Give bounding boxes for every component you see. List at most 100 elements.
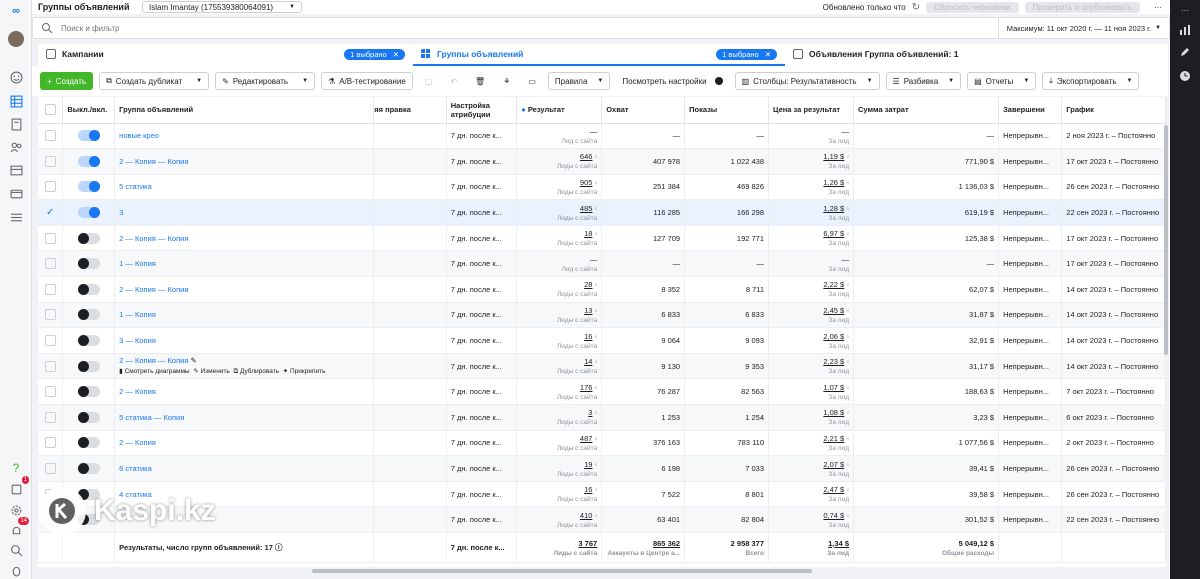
cost-value[interactable]: 0,74 $ <box>823 511 844 520</box>
ads-manager-table-icon[interactable] <box>7 92 25 110</box>
reports-button[interactable]: ▤ Отчеты ▼ <box>967 72 1037 90</box>
adset-name-link[interactable]: 3 <box>119 208 123 217</box>
table-row[interactable]: 2 — Копия — Копия ✎ ▮ Смотреть диаграммы… <box>38 353 1166 380</box>
smiley-icon[interactable] <box>7 68 25 86</box>
delivery-toggle[interactable] <box>77 283 100 295</box>
row-select-cell[interactable] <box>38 250 64 278</box>
row-checkbox[interactable] <box>44 335 56 347</box>
adsets-selected-pill[interactable]: 1 выбрано ✕ <box>716 48 777 60</box>
cost-value[interactable]: 1,28 $ <box>823 204 844 213</box>
adset-name-cell[interactable]: 5 статика — Копия <box>114 404 375 431</box>
undo-icon[interactable]: ↶ <box>444 72 464 90</box>
row-toggle-cell[interactable] <box>62 148 116 175</box>
row-select-cell[interactable] <box>38 404 64 431</box>
table-row[interactable]: 5 статика 7 дн. после к... 905 ▫ Лиды с с… <box>38 174 1166 201</box>
delivery-toggle[interactable] <box>77 386 100 398</box>
adset-name-cell[interactable]: 2 — Копия — Копия <box>114 225 375 252</box>
cost-value[interactable]: 2,45 $ <box>823 306 844 315</box>
tab-ads[interactable]: Объявления Группа объявлений: 1 <box>785 44 1168 66</box>
column-schedule[interactable]: График <box>1061 97 1166 124</box>
discard-drafts-button[interactable]: Сбросить черновики <box>926 1 1019 13</box>
delivery-toggle[interactable] <box>77 463 100 475</box>
search-input[interactable] <box>61 23 998 33</box>
adset-name-link[interactable]: новые крео <box>119 131 159 140</box>
row-checkbox[interactable] <box>44 360 56 372</box>
row-select-cell[interactable] <box>38 455 64 482</box>
cost-value[interactable]: 1,08 $ <box>823 408 844 417</box>
alerts-bell-icon[interactable]: 14 <box>7 517 29 539</box>
select-all-header[interactable] <box>38 97 64 124</box>
cost-value[interactable]: 2,47 $ <box>823 485 844 494</box>
delivery-toggle[interactable] <box>77 335 100 347</box>
meta-logo-icon[interactable]: ∞ <box>7 2 25 20</box>
edit-pencil-icon[interactable] <box>1177 44 1193 60</box>
adset-name-cell[interactable]: 2 — Копия <box>114 430 375 457</box>
adset-name-link[interactable]: 6 статика <box>119 464 152 473</box>
cost-value[interactable]: 1,19 $ <box>823 152 844 161</box>
refresh-icon[interactable]: ↻ <box>912 2 920 13</box>
row-select-cell[interactable] <box>38 327 64 354</box>
chevron-down-icon[interactable]: ▼ <box>302 78 308 84</box>
catalog-icon[interactable] <box>7 161 25 179</box>
adset-name-cell[interactable]: новые крео <box>114 123 375 150</box>
adset-name-cell[interactable]: 2 — Копия — Копия ✎ ▮ Смотреть диаграммы… <box>114 353 375 380</box>
notifications-icon[interactable]: 1 <box>7 476 29 498</box>
row-checkbox[interactable] <box>44 181 56 193</box>
result-value[interactable]: 646 <box>580 152 593 161</box>
delivery-toggle[interactable] <box>77 130 100 142</box>
review-publish-button[interactable]: Проверить и опубликовать <box>1024 1 1140 13</box>
column-reach[interactable]: Охват <box>601 97 686 124</box>
row-toggle-cell[interactable] <box>62 174 116 201</box>
pin-link[interactable]: Прикрепить <box>290 368 326 375</box>
row-toggle-cell[interactable] <box>62 123 116 150</box>
table-row[interactable]: 2 — Копия — Копия 7 дн. после к... 18 ▫ Л… <box>38 225 1166 252</box>
table-row[interactable]: 6 статика 7 дн. после к... 19 ▫ Лиды с са… <box>38 455 1166 482</box>
view-charts-link[interactable]: Смотреть диаграммы <box>125 368 190 375</box>
row-checkbox[interactable] <box>44 258 56 270</box>
row-toggle-cell[interactable] <box>62 430 116 457</box>
ab-test-button[interactable]: ⚗ A/B-тестирование <box>321 72 413 90</box>
column-impressions[interactable]: Показы <box>684 97 770 124</box>
row-checkbox[interactable] <box>44 130 56 142</box>
adset-name-cell[interactable]: 3 <box>114 199 375 226</box>
row-select-cell[interactable]: ✓ <box>38 199 64 226</box>
cost-value[interactable]: 2,06 $ <box>823 332 844 341</box>
row-select-cell[interactable] <box>38 378 64 406</box>
result-value[interactable]: 3 <box>588 408 592 417</box>
adset-name-link[interactable]: 2 — Копия — Копия <box>119 356 188 365</box>
adset-name-link[interactable]: 5 статика — Копия <box>119 413 184 422</box>
delivery-toggle[interactable] <box>77 207 100 219</box>
row-toggle-cell[interactable] <box>62 302 116 329</box>
row-toggle-cell[interactable] <box>62 225 116 252</box>
row-toggle-cell[interactable] <box>62 404 116 431</box>
column-last-edit[interactable]: яя правка <box>373 97 447 124</box>
column-attribution[interactable]: Настройка атрибуции <box>446 97 518 124</box>
column-toggle[interactable]: Выкл./вкл. <box>62 97 116 124</box>
cost-value[interactable]: 1,07 $ <box>823 383 844 392</box>
cost-value[interactable]: 2,21 $ <box>823 434 844 443</box>
column-name[interactable]: Группа объявлений <box>114 97 375 124</box>
chevron-down-icon[interactable]: ▼ <box>196 78 202 84</box>
table-row[interactable]: 2 — Копия — Копия 7 дн. после к... 28 ▫ Л… <box>38 276 1166 303</box>
delivery-toggle[interactable] <box>77 360 100 372</box>
comment-icon[interactable]: ▭ <box>522 72 542 90</box>
cost-value[interactable]: 1,26 $ <box>823 178 844 187</box>
tag-icon[interactable]: ⚘ <box>497 72 517 90</box>
row-checkbox[interactable] <box>44 411 56 423</box>
column-spend[interactable]: Сумма затрат <box>853 97 1000 124</box>
row-select-cell[interactable] <box>38 276 64 303</box>
row-select-cell[interactable] <box>38 353 64 380</box>
tab-campaigns[interactable]: Кампании 1 выбрано ✕ <box>38 44 413 66</box>
cost-value[interactable]: 6,97 $ <box>823 229 844 238</box>
row-select-cell[interactable] <box>38 225 64 252</box>
columns-button[interactable]: ▥ Столбцы: Результативность ▼ <box>734 72 880 90</box>
column-result[interactable]: ● Результат <box>516 97 603 124</box>
table-row[interactable]: 1 — Копия 7 дн. после к... 13 ▫ Лиды с са… <box>38 302 1166 329</box>
adset-name-cell[interactable]: 5 статика <box>114 174 375 201</box>
breakdown-button[interactable]: ☰ Разбивка ▼ <box>885 72 962 90</box>
export-button[interactable]: ⤓ Экспортировать ▼ <box>1042 72 1140 90</box>
adset-name-cell[interactable]: 2 — Копия — Копия <box>114 148 375 175</box>
row-checkbox[interactable] <box>44 309 56 321</box>
row-toggle-cell[interactable] <box>62 199 116 226</box>
duplicate-button[interactable]: ⧉ Создать дубликат ▼ <box>99 72 210 90</box>
